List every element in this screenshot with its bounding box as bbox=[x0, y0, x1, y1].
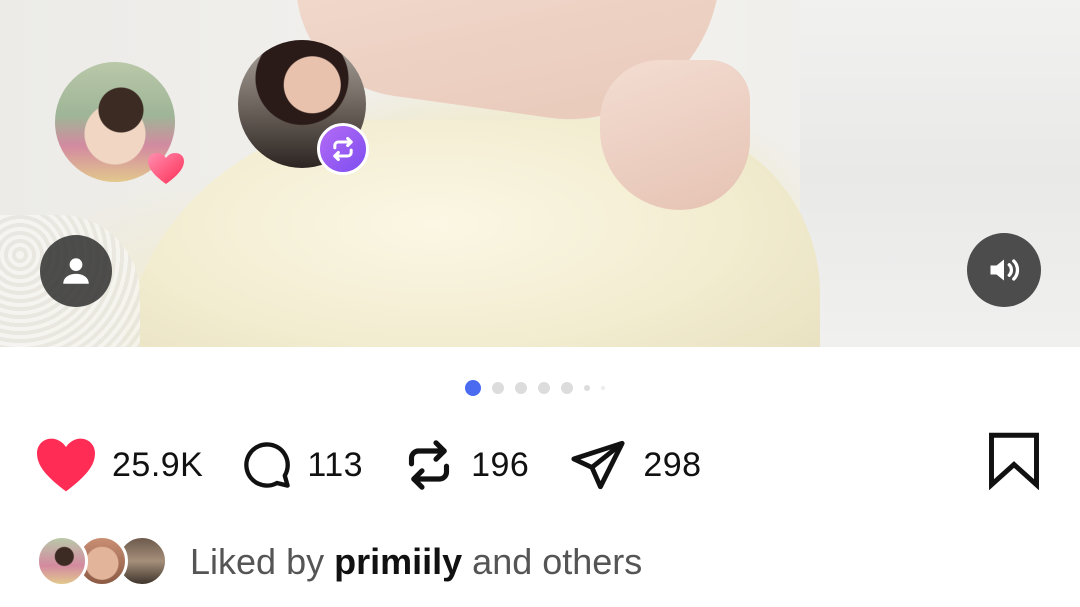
heart-badge-icon bbox=[148, 153, 184, 184]
send-icon bbox=[571, 440, 625, 490]
repost-icon bbox=[409, 440, 450, 490]
like-button[interactable]: 25.9K bbox=[34, 436, 203, 494]
bookmark-icon[interactable] bbox=[987, 430, 1041, 490]
liked-by-row[interactable]: Liked by primiily and others bbox=[36, 533, 642, 591]
comment-button[interactable]: 113 bbox=[241, 438, 363, 492]
carousel-dot[interactable] bbox=[538, 382, 550, 394]
liked-by-text: Liked by primiily and others bbox=[190, 541, 642, 583]
carousel-dot[interactable] bbox=[492, 382, 504, 394]
reposts-count[interactable]: 196 bbox=[471, 446, 529, 485]
carousel-indicator bbox=[0, 378, 1080, 398]
speaker-icon bbox=[990, 259, 1020, 281]
carousel-dot[interactable] bbox=[584, 385, 590, 391]
carousel-dot[interactable] bbox=[601, 386, 605, 390]
likes-count[interactable]: 25.9K bbox=[112, 446, 203, 485]
repost-badge-icon bbox=[333, 136, 353, 162]
user-icon bbox=[63, 258, 89, 284]
bed-sheet bbox=[800, 0, 1080, 347]
liker-avatars bbox=[36, 535, 168, 589]
tagged-users-button[interactable] bbox=[40, 235, 112, 307]
avatar bbox=[36, 535, 88, 587]
shares-count[interactable]: 298 bbox=[643, 446, 701, 485]
carousel-dot-active[interactable] bbox=[465, 380, 481, 396]
carousel-dot[interactable] bbox=[515, 382, 527, 394]
post-media[interactable] bbox=[0, 0, 1080, 347]
repost-button[interactable]: 196 bbox=[401, 436, 529, 494]
liked-by-suffix[interactable]: and others bbox=[472, 541, 642, 582]
comment-bubble-icon bbox=[244, 442, 291, 488]
liked-by-prefix: Liked by bbox=[190, 541, 325, 582]
liked-by-username[interactable]: primiily bbox=[334, 541, 462, 582]
sound-toggle-button[interactable] bbox=[967, 233, 1041, 307]
heart-icon bbox=[37, 438, 95, 492]
share-button[interactable]: 298 bbox=[567, 436, 701, 494]
repost-badge bbox=[317, 123, 369, 175]
action-bar: 25.9K 113 196 298 bbox=[34, 430, 740, 500]
comments-count[interactable]: 113 bbox=[307, 446, 363, 485]
carousel-dot[interactable] bbox=[561, 382, 573, 394]
